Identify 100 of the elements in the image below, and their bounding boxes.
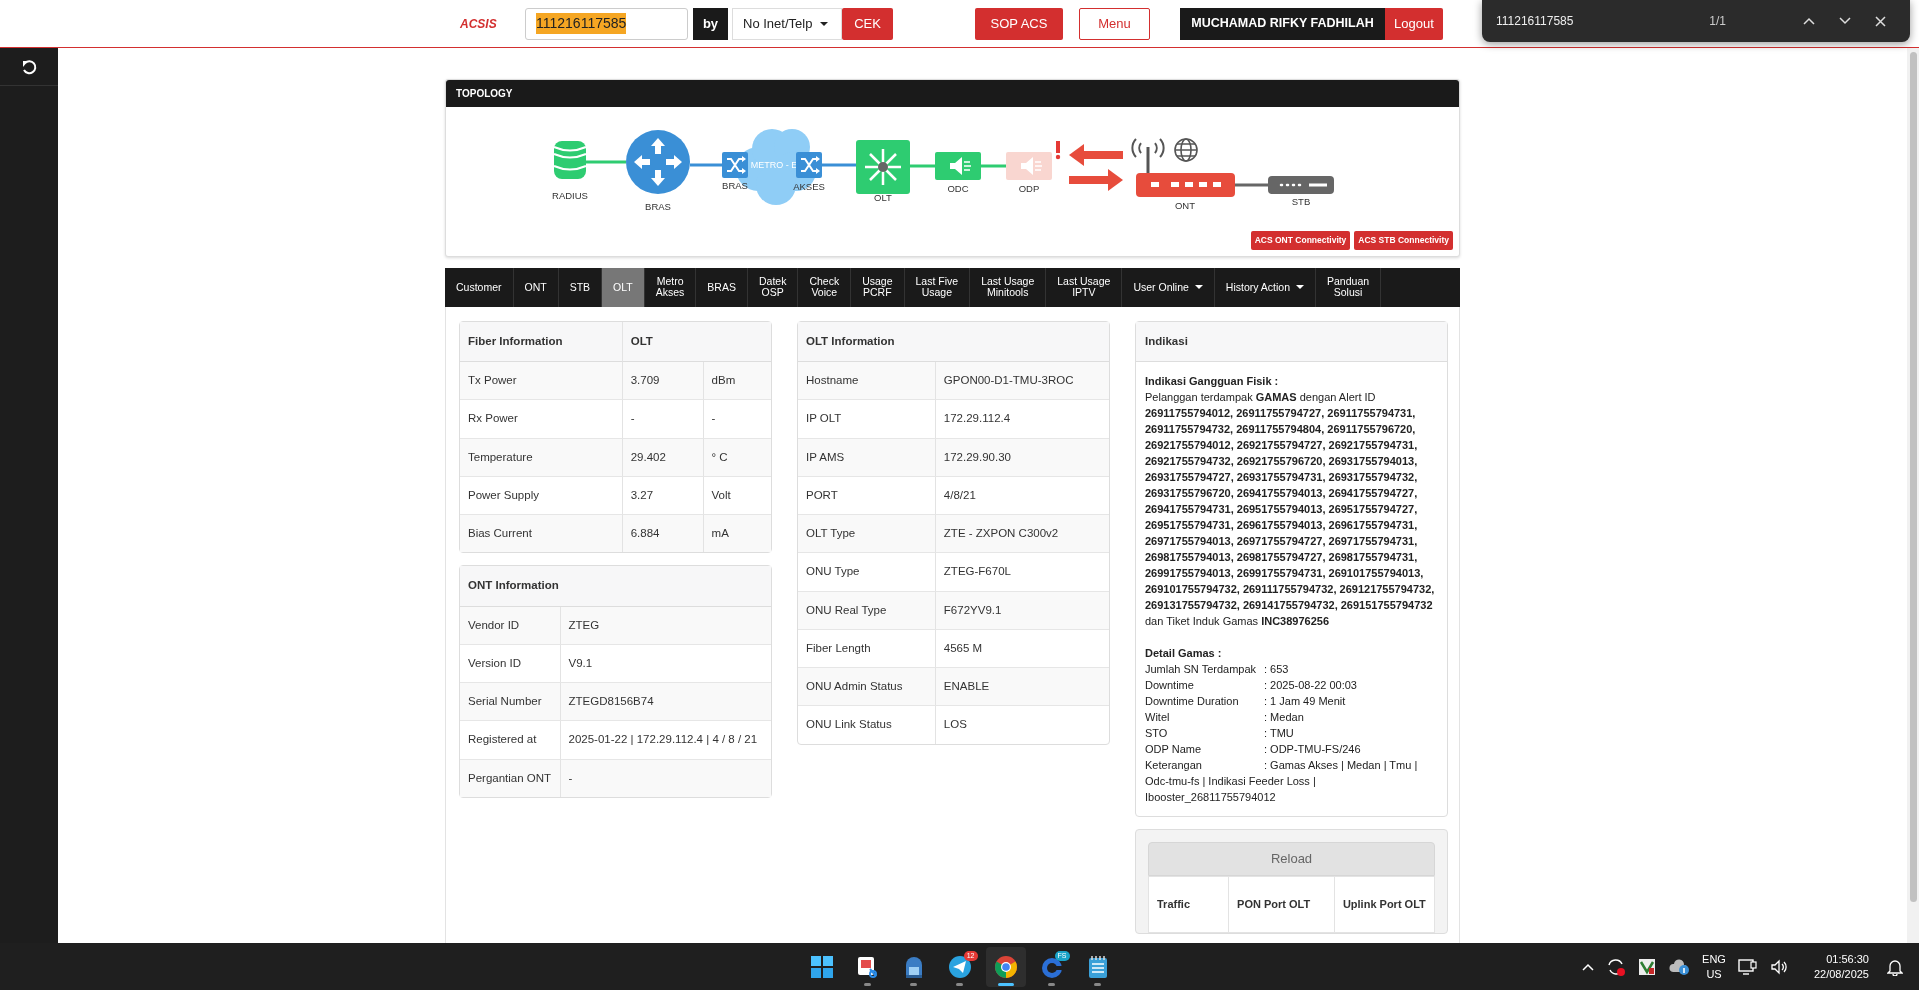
table-cell: OLT Type [798,514,935,553]
link-line [1235,183,1268,187]
browser-icon [993,954,1018,979]
table-cell: IP AMS [798,437,935,476]
table-cell: - [621,399,703,438]
detail-row-text: Downtime Duration : 1 Jam 49 Menit [1145,694,1347,709]
tab[interactable]: Usage PCRF [851,267,905,307]
table-cell: Tx Power [460,362,622,400]
arrow-icon [1069,169,1123,191]
node-label: BRAS [645,201,671,212]
running-indicator [1093,982,1101,986]
table-header: PON Port OLT [1228,876,1335,933]
detail-row-text: Jumlah SN Terdampak : 653 [1145,662,1290,677]
close-icon[interactable] [1875,15,1886,27]
section-heading: Detail Gamas : [1145,646,1223,661]
node-label: RADIUS [552,190,588,201]
tab[interactable]: BRAS [696,267,748,307]
tab[interactable]: Datek OSP [747,267,799,307]
node-label: ODC [947,183,969,194]
connectivity-button[interactable]: ACS ONT Connectivity [1250,231,1351,250]
table-header: Traffic [1148,876,1229,933]
table-cell: ONU Type [798,552,935,591]
running-indicator [955,982,963,986]
table-cell: Bias Current [460,514,622,553]
table-cell: dBm [702,362,771,400]
caret-icon [1194,285,1203,290]
scrollbar-thumb[interactable] [1909,52,1917,902]
sop-button[interactable]: SOP ACS [975,7,1063,40]
logout-button[interactable]: Logout [1385,7,1443,40]
table-cell: ° C [702,437,771,476]
display-icon[interactable] [1737,957,1758,976]
section-heading: Indikasi Gangguan Fisik : [1145,374,1280,389]
tab[interactable]: Customer [445,267,514,307]
app-icon[interactable] [1638,957,1657,976]
bell-icon[interactable] [1887,957,1903,976]
windows-icon [810,955,833,978]
running-indicator [997,982,1014,986]
snipping-icon [855,954,880,979]
match-count: 1/1 [1708,13,1726,30]
node-label: AKSES [793,181,825,192]
tab[interactable]: ONT [513,267,559,307]
table-cell: ZTEG-F670L [934,552,1109,591]
by-label: by [693,7,728,40]
caret-icon [1296,285,1305,290]
card-title: TOPOLOGY [446,80,1459,107]
table-cell: Pergantian ONT [460,758,560,797]
table-cell: ONU Real Type [798,590,935,629]
find-field[interactable]: 111216117585 [1496,12,1686,30]
table-header: Uplink Port OLT [1334,876,1435,933]
running-indicator [863,982,871,986]
table-cell: ZTEGD8156B74 [559,682,771,721]
antenna-icon [1131,138,1165,173]
table-cell: - [559,758,771,797]
tab[interactable]: Check Voice [798,267,852,307]
node-label: STB [1291,196,1311,207]
chevron-down-icon[interactable] [1839,17,1851,25]
paper-plane-icon [947,954,972,979]
detail-row-text: ODP Name : ODP-TMU-FS/246 [1145,742,1362,757]
table-cell: Rx Power [460,399,622,438]
detail-row-text: STO : TMU [1145,726,1295,741]
tab[interactable]: History Action [1214,267,1317,307]
detail-row-text: Downtime : 2025-08-22 00:03 [1145,678,1358,693]
sync-icon[interactable] [1606,956,1627,977]
tab[interactable]: User Online [1122,267,1215,307]
table-header: OLT Information [798,321,1109,362]
table-cell: ENABLE [934,667,1109,706]
table-cell: Registered at [460,720,560,759]
tab[interactable]: Panduan Solusi [1316,267,1382,307]
reload-button[interactable]: Reload [1148,842,1435,876]
table-cell: IP OLT [798,399,935,438]
table-cell: GPON00-D1-TMU-3ROC [934,362,1109,400]
check-button[interactable]: CEK [842,7,893,40]
connectivity-button[interactable]: ACS STB Connectivity [1354,231,1453,250]
tab[interactable]: Metro Akses [644,267,697,307]
taskbar-app-button[interactable] [985,946,1026,987]
tab[interactable]: Last Usage Minitools [970,267,1047,307]
undo-icon[interactable] [21,58,37,75]
table-cell: LOS [934,705,1109,744]
table-cell: 6.884 [621,514,703,553]
tab[interactable]: OLT [602,267,645,307]
link-line [586,160,626,164]
language-indicator[interactable]: ENG US [1702,951,1726,982]
alert-description: Pelanggan terdampak GAMAS dengan Alert ID 26911755794012, 26911755794727, 26911755794731, 26911755794732, 26911755794804, 26911755796720, 26921755794012, 26921755794727, 26921755794731, 26921755794732, 26921755796720, 26931755794013, 26931755794727, 26931755794731, 26931755794732, 26931755796720, 26941755794013, 26941755794727, 26941755794731, 26951755794013, 26951755794727, 26951755794731, 26961755794013, 26961755794731, 26971755794013, 26971755794727, 26971755794731, 26981755794013, 26981755794727, 26981755794731, 26991755794013, 26991755794731, 269101755794013, 269101755794732, 269111755794732, 269121755794732, 269131755794732, 269141755794732, 269151755794732 dan Tiket Induk Gamas INC38976256 [1145,390,1436,629]
filter-select[interactable]: No Inet/Telp [732,7,842,40]
clock[interactable]: 01:56:30 22/08/2025 [1813,951,1869,982]
search-field[interactable]: 111216117585 [525,7,688,40]
menu-button[interactable]: Menu [1079,7,1150,40]
table-cell: ONU Admin Status [798,667,935,706]
table-header: Fiber Information [460,321,622,362]
card-title: Indikasi [1136,321,1447,362]
chevron-up-icon[interactable] [1803,17,1815,25]
tab[interactable]: Last Usage IPTV [1046,267,1123,307]
table-cell: ZTEG [559,606,771,644]
notepad-icon [1087,954,1108,979]
arrow-icon [1069,144,1123,166]
link-line [822,163,856,167]
speaker-icon[interactable] [1769,958,1788,975]
tab[interactable]: Last Five Usage [904,267,971,307]
cloud-icon[interactable] [1668,957,1691,976]
table-cell: - [702,399,771,438]
